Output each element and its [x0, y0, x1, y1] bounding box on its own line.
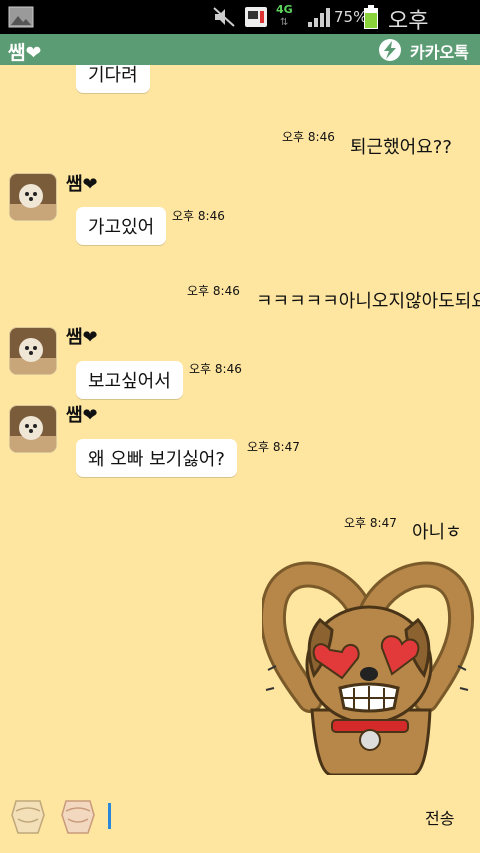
send-button[interactable]: 전송 — [425, 805, 454, 829]
chat-area[interactable]: 기다려 오후 8:46 퇴근했어요?? 쌤❤ 가고있어 오후 8:46 오후 8… — [0, 65, 480, 783]
dog-heart-eyes-sticker[interactable] — [262, 560, 476, 775]
avatar[interactable] — [9, 173, 57, 221]
chat-header: 쌤❤ 카카오톡 — [0, 34, 480, 65]
kakao-lightning-icon — [379, 39, 401, 61]
avatar[interactable] — [9, 405, 57, 453]
sender-name: 쌤❤ — [66, 405, 98, 426]
message-text-mine[interactable]: 아니ㅎ — [412, 518, 462, 544]
mute-icon — [213, 7, 235, 27]
sender-name: 쌤❤ — [66, 327, 98, 348]
sticker-icon[interactable] — [60, 797, 96, 835]
nfc-icon — [245, 7, 267, 27]
message-time: 오후 8:46 — [189, 362, 242, 376]
message-input[interactable] — [108, 803, 111, 829]
message-time: 오후 8:46 — [172, 209, 225, 223]
sender-name: 쌤❤ — [66, 174, 98, 195]
message-bubble[interactable]: 기다려 — [76, 65, 150, 93]
network-type: 4G — [276, 3, 293, 16]
signal-icon — [308, 8, 330, 27]
battery-percent: 75% — [334, 8, 368, 26]
brand-label: 카카오톡 — [410, 43, 469, 62]
network-activity-icon: ⇅ — [280, 17, 289, 28]
input-bar: 전송 — [0, 783, 480, 853]
status-bar: 4G ⇅ 75% 오후 9:02 — [0, 0, 480, 60]
gallery-notification-icon — [8, 6, 34, 28]
message-text-mine[interactable]: 퇴근했어요?? — [350, 133, 452, 159]
avatar[interactable] — [9, 327, 57, 375]
message-time: 오후 8:46 — [282, 130, 335, 144]
message-bubble[interactable]: 왜 오빠 보기싫어? — [76, 439, 237, 477]
battery-icon — [364, 5, 378, 29]
message-bubble[interactable]: 보고싶어서 — [76, 361, 183, 399]
message-time: 오후 8:47 — [247, 440, 300, 454]
message-bubble[interactable]: 가고있어 — [76, 207, 167, 245]
message-time: 오후 8:47 — [344, 516, 397, 530]
emoticon-icon[interactable] — [10, 797, 46, 835]
message-time: 오후 8:46 — [187, 284, 240, 298]
message-text-mine[interactable]: ㅋㅋㅋㅋㅋ아니오지않아도되요 — [256, 287, 480, 313]
chat-title[interactable]: 쌤❤ — [8, 38, 41, 65]
